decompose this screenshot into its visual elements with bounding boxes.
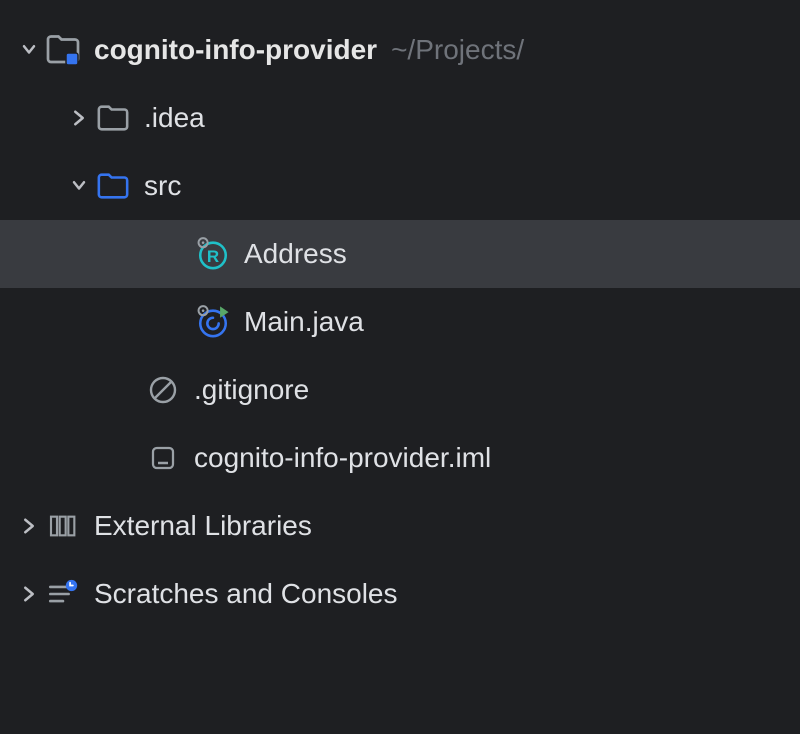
java-record-icon: R bbox=[194, 235, 232, 273]
chevron-right-icon[interactable] bbox=[64, 103, 94, 133]
file-label: cognito-info-provider.iml bbox=[194, 442, 491, 474]
file-label: Main.java bbox=[244, 306, 364, 338]
tree-row-main[interactable]: Main.java bbox=[0, 288, 800, 356]
svg-text:R: R bbox=[207, 247, 219, 266]
chevron-down-icon[interactable] bbox=[14, 35, 44, 65]
tree-row-external-libraries[interactable]: External Libraries bbox=[0, 492, 800, 560]
tree-row-project-root[interactable]: cognito-info-provider ~/Projects/ bbox=[0, 16, 800, 84]
project-tree: cognito-info-provider ~/Projects/ .idea … bbox=[0, 0, 800, 628]
module-folder-icon bbox=[44, 31, 82, 69]
file-label: .gitignore bbox=[194, 374, 309, 406]
tree-row-iml[interactable]: cognito-info-provider.iml bbox=[0, 424, 800, 492]
tree-row-idea[interactable]: .idea bbox=[0, 84, 800, 152]
file-label: Address bbox=[244, 238, 347, 270]
node-label: External Libraries bbox=[94, 510, 312, 542]
tree-row-scratches[interactable]: Scratches and Consoles bbox=[0, 560, 800, 628]
java-class-runnable-icon bbox=[194, 303, 232, 341]
tree-row-src[interactable]: src bbox=[0, 152, 800, 220]
project-path-hint: ~/Projects/ bbox=[391, 34, 524, 66]
gitignore-icon bbox=[144, 371, 182, 409]
tree-row-address[interactable]: R Address bbox=[0, 220, 800, 288]
folder-label: src bbox=[144, 170, 181, 202]
iml-file-icon bbox=[144, 439, 182, 477]
library-icon bbox=[44, 507, 82, 545]
scratches-icon bbox=[44, 575, 82, 613]
folder-icon bbox=[94, 99, 132, 137]
node-label: Scratches and Consoles bbox=[94, 578, 398, 610]
folder-label: .idea bbox=[144, 102, 205, 134]
chevron-down-icon[interactable] bbox=[64, 171, 94, 201]
project-name: cognito-info-provider bbox=[94, 34, 377, 66]
source-folder-icon bbox=[94, 167, 132, 205]
chevron-right-icon[interactable] bbox=[14, 579, 44, 609]
tree-row-gitignore[interactable]: .gitignore bbox=[0, 356, 800, 424]
chevron-right-icon[interactable] bbox=[14, 511, 44, 541]
